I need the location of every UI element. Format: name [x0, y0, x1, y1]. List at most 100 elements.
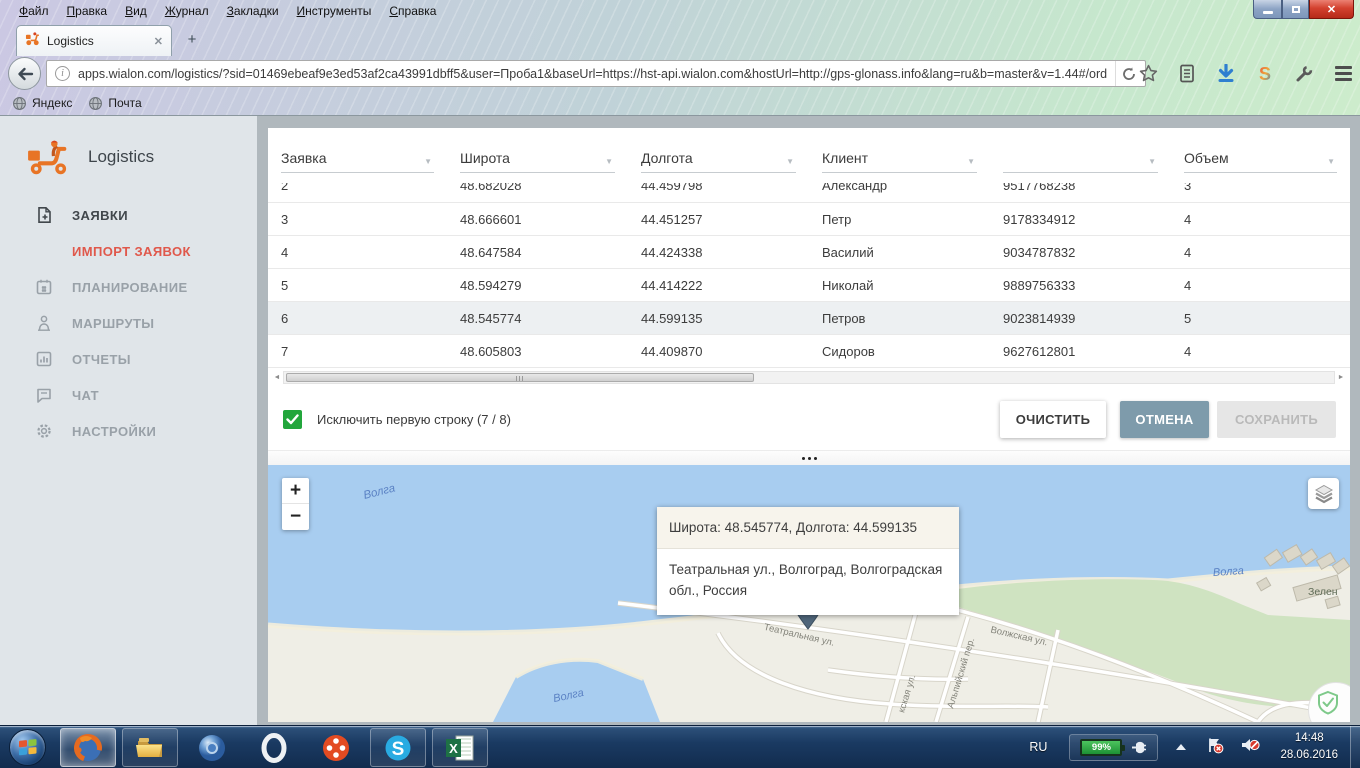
table-body: 248.68202844.459798Александр951776823833… — [268, 183, 1350, 368]
exclude-first-row-label[interactable]: Исключить первую строку (7 / 8) — [317, 412, 1000, 427]
menu-item[interactable]: Инструменты — [288, 2, 381, 20]
table-row[interactable]: 548.59427944.414222Николай98897563334 — [268, 269, 1350, 302]
sidebar-item-import-orders[interactable]: ИМПОРТ ЗАЯВОК — [0, 238, 257, 264]
scroll-right-icon[interactable]: ► — [1335, 371, 1347, 384]
column-dropdown-icon[interactable]: ▼ — [1327, 157, 1337, 166]
table-row[interactable]: 448.64758444.424338Василий90347878324 — [268, 236, 1350, 269]
scrollbar-thumb[interactable] — [286, 373, 754, 382]
site-info-icon[interactable]: i — [55, 66, 70, 81]
taskbar-excel-button[interactable]: X — [432, 728, 488, 767]
cell-lat: 48.666601 — [447, 212, 628, 227]
browser-menubar: ФайлПравкаВидЖурналЗакладкиИнструментыСп… — [0, 0, 1360, 21]
bookmark-star-icon[interactable] — [1137, 63, 1159, 85]
menu-item[interactable]: Закладки — [218, 2, 288, 20]
exclude-first-row-checkbox[interactable] — [283, 410, 302, 429]
new-tab-button[interactable]: + — [180, 30, 204, 50]
bookmark-yandex[interactable]: Яндекс — [8, 94, 80, 113]
addon-s-icon[interactable]: S — [1254, 63, 1276, 85]
taskbar-media-app-button[interactable] — [308, 728, 364, 767]
column-header[interactable]: Широта▼ — [447, 150, 628, 183]
save-button[interactable]: СОХРАНИТЬ — [1217, 401, 1336, 438]
menu-hamburger-icon[interactable] — [1332, 63, 1354, 85]
column-header[interactable]: ▼ — [990, 157, 1171, 183]
table-row-clipped[interactable]: 248.68202844.459798Александр95177682383 — [268, 183, 1350, 203]
column-dropdown-icon[interactable]: ▼ — [786, 157, 796, 166]
menu-item[interactable]: Правка — [58, 2, 117, 20]
map-label-volga-right: Волга — [1213, 565, 1245, 579]
volume-muted-icon[interactable] — [1240, 736, 1260, 759]
power-plug-icon — [1130, 740, 1147, 755]
action-center-flag-icon[interactable] — [1206, 736, 1224, 759]
language-indicator[interactable]: RU — [1029, 740, 1047, 754]
horizontal-scrollbar[interactable]: ◄ ► — [271, 371, 1347, 384]
tab-logistics[interactable]: Logistics ✕ — [16, 25, 172, 56]
window-close-button[interactable]: ✕ — [1309, 0, 1354, 19]
table-row[interactable]: 648.54577444.599135Петров90238149395 — [268, 302, 1350, 335]
cell-client: Василий — [809, 245, 990, 260]
back-button[interactable] — [8, 57, 41, 90]
column-dropdown-icon[interactable]: ▼ — [605, 157, 615, 166]
sidebar-item-planning[interactable]: ПЛАНИРОВАНИЕ — [0, 274, 257, 300]
taskbar-explorer-button[interactable] — [122, 728, 178, 767]
menu-item[interactable]: Журнал — [156, 2, 218, 20]
menu-item[interactable]: Файл — [10, 2, 58, 20]
panel-splitter-handle[interactable] — [268, 450, 1350, 465]
main-content: Заявка▼Широта▼Долгота▼Клиент▼▼Объем▼ 248… — [257, 116, 1360, 725]
wrench-icon[interactable] — [1293, 63, 1315, 85]
sidebar-item-label: ИМПОРТ ЗАЯВОК — [72, 244, 191, 259]
taskbar-skype-button[interactable]: S — [370, 728, 426, 767]
battery-group[interactable]: 99% — [1069, 734, 1158, 761]
sidebar-item-orders[interactable]: ЗАЯВКИ — [0, 202, 257, 228]
scroll-left-icon[interactable]: ◄ — [271, 371, 283, 384]
sidebar-item-chat[interactable]: ЧАТ — [0, 382, 257, 408]
hidden-icons-arrow[interactable] — [1176, 744, 1186, 750]
cancel-button[interactable]: ОТМЕНА — [1120, 401, 1209, 438]
desktop: ФайлПравкаВидЖурналЗакладкиИнструментыСп… — [0, 0, 1360, 768]
calendar-icon — [34, 277, 54, 297]
tab-bar: Logistics ✕ + — [0, 21, 1360, 56]
toolbar-icons: S — [1137, 58, 1354, 89]
taskbar-clock[interactable]: 14:48 28.06.2016 — [1280, 730, 1338, 763]
sidebar-item-settings[interactable]: НАСТРОЙКИ — [0, 418, 257, 444]
globe-icon — [12, 96, 27, 111]
window-minimize-button[interactable] — [1253, 0, 1282, 19]
column-header[interactable]: Заявка ▼ — [268, 150, 447, 183]
url-text[interactable]: apps.wialon.com/logistics/?sid=01469ebea… — [78, 67, 1115, 81]
reading-list-icon[interactable] — [1176, 63, 1198, 85]
taskbar-chromium-button[interactable] — [184, 728, 240, 767]
bookmark-pochta[interactable]: Почта — [84, 94, 149, 113]
zoom-out-button[interactable]: − — [282, 504, 309, 530]
column-dropdown-icon[interactable]: ▼ — [424, 157, 434, 166]
table-row[interactable]: 348.66660144.451257Петр91783349124 — [268, 203, 1350, 236]
scrollbar-track[interactable] — [283, 371, 1335, 384]
menu-item[interactable]: Справка — [380, 2, 445, 20]
sidebar-item-routes[interactable]: МАРШРУТЫ — [0, 310, 257, 336]
column-header[interactable]: Долгота▼ — [628, 150, 809, 183]
map-layers-button[interactable] — [1308, 478, 1339, 509]
taskbar-firefox-button[interactable] — [60, 728, 116, 767]
column-header[interactable]: Объем▼ — [1171, 150, 1350, 183]
column-dropdown-icon[interactable]: ▼ — [967, 157, 977, 166]
column-header-label: Заявка — [281, 150, 326, 166]
table-row[interactable]: 248.68202844.459798Александр95177682383 — [268, 183, 1350, 202]
taskbar-opera-button[interactable] — [246, 728, 302, 767]
window-restore-button[interactable] — [1282, 0, 1309, 19]
clear-button[interactable]: ОЧИСТИТЬ — [1000, 401, 1106, 438]
map[interactable]: Волга Волга Волга Театральная ул. Волжск… — [268, 465, 1350, 722]
cell-lat: 48.647584 — [447, 245, 628, 260]
web-page: Logistics ЗАЯВКИ ИМПОРТ ЗАЯВОК ПЛАНИРОВА… — [0, 116, 1360, 725]
url-bar[interactable]: i apps.wialon.com/logistics/?sid=01469eb… — [46, 60, 1146, 87]
downloads-icon[interactable] — [1215, 63, 1237, 85]
svg-text:S: S — [1259, 64, 1271, 84]
cell-lon: 44.414222 — [628, 278, 809, 293]
sidebar-item-reports[interactable]: ОТЧЕТЫ — [0, 346, 257, 372]
menu-item[interactable]: Вид — [116, 2, 156, 20]
tab-close-icon[interactable]: ✕ — [154, 35, 163, 48]
column-header[interactable]: Клиент▼ — [809, 150, 990, 183]
column-dropdown-icon[interactable]: ▼ — [1148, 157, 1158, 166]
zoom-in-button[interactable]: + — [282, 478, 309, 504]
table-row[interactable]: 748.60580344.409870Сидоров96276128014 — [268, 335, 1350, 368]
opera-icon — [258, 732, 290, 764]
start-button[interactable] — [9, 729, 46, 766]
show-desktop-button[interactable] — [1350, 726, 1360, 768]
